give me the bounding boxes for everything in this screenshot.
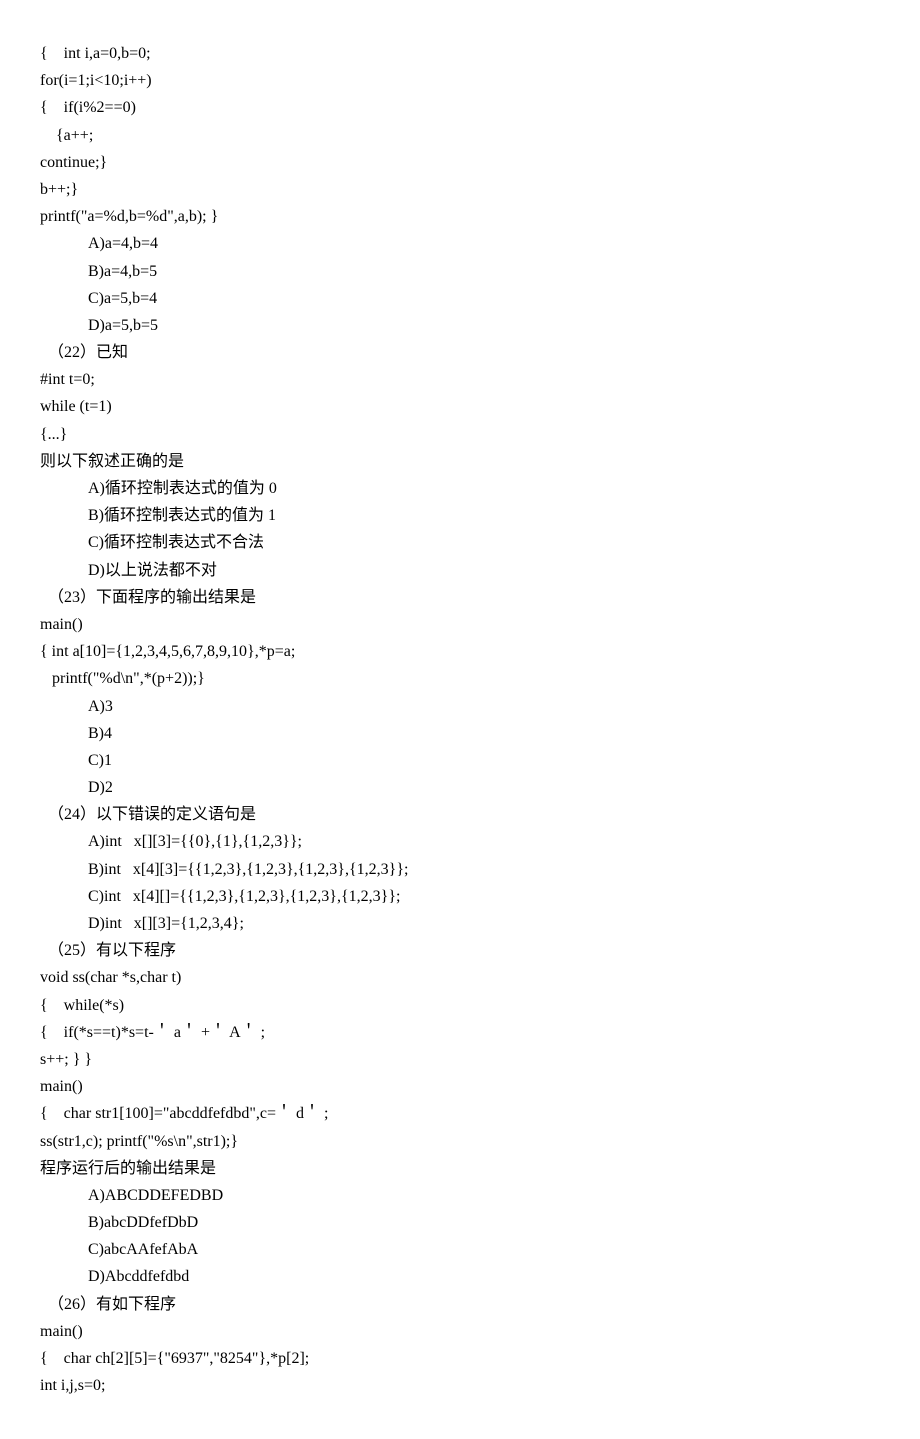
- answer-option: B)abcDDfefDbD: [40, 1209, 880, 1236]
- text-line: main(): [40, 611, 880, 638]
- text-line: { int a[10]={1,2,3,4,5,6,7,8,9,10},*p=a;: [40, 638, 880, 665]
- text-line: main(): [40, 1073, 880, 1100]
- text-line: { while(*s): [40, 992, 880, 1019]
- text-line: （25）有以下程序: [40, 937, 880, 964]
- answer-option: A)ABCDDEFEDBD: [40, 1182, 880, 1209]
- text-line: { int i,a=0,b=0;: [40, 40, 880, 67]
- text-line: for(i=1;i<10;i++): [40, 67, 880, 94]
- answer-option: B)a=4,b=5: [40, 258, 880, 285]
- text-line: ss(str1,c); printf("%s\n",str1);}: [40, 1128, 880, 1155]
- document-content: { int i,a=0,b=0;for(i=1;i<10;i++){ if(i%…: [40, 40, 880, 1399]
- answer-option: A)3: [40, 693, 880, 720]
- answer-option: C)abcAAfefAbA: [40, 1236, 880, 1263]
- answer-option: C)1: [40, 747, 880, 774]
- text-line: （22）已知: [40, 339, 880, 366]
- text-line: b++;}: [40, 176, 880, 203]
- text-line: 则以下叙述正确的是: [40, 448, 880, 475]
- answer-option: D)int x[][3]={1,2,3,4};: [40, 910, 880, 937]
- answer-option: A)循环控制表达式的值为 0: [40, 475, 880, 502]
- answer-option: A)a=4,b=4: [40, 230, 880, 257]
- text-line: printf("a=%d,b=%d",a,b); }: [40, 203, 880, 230]
- text-line: {...}: [40, 421, 880, 448]
- text-line: { char ch[2][5]={"6937","8254"},*p[2];: [40, 1345, 880, 1372]
- answer-option: B)循环控制表达式的值为 1: [40, 502, 880, 529]
- answer-option: D)2: [40, 774, 880, 801]
- answer-option: C)循环控制表达式不合法: [40, 529, 880, 556]
- text-line: （23）下面程序的输出结果是: [40, 584, 880, 611]
- answer-option: D)a=5,b=5: [40, 312, 880, 339]
- text-line: while (t=1): [40, 393, 880, 420]
- text-line: printf("%d\n",*(p+2));}: [40, 665, 880, 692]
- text-line: int i,j,s=0;: [40, 1372, 880, 1399]
- text-line: main(): [40, 1318, 880, 1345]
- text-line: #int t=0;: [40, 366, 880, 393]
- answer-option: C)a=5,b=4: [40, 285, 880, 312]
- text-line: continue;}: [40, 149, 880, 176]
- text-line: （26）有如下程序: [40, 1291, 880, 1318]
- answer-option: A)int x[][3]={{0},{1},{1,2,3}};: [40, 828, 880, 855]
- text-line: （24）以下错误的定义语句是: [40, 801, 880, 828]
- text-line: { char str1[100]="abcddfefdbd",c=＇ d＇ ;: [40, 1100, 880, 1127]
- answer-option: B)int x[4][3]={{1,2,3},{1,2,3},{1,2,3},{…: [40, 856, 880, 883]
- answer-option: C)int x[4][]={{1,2,3},{1,2,3},{1,2,3},{1…: [40, 883, 880, 910]
- text-line: { if(i%2==0): [40, 94, 880, 121]
- text-line: void ss(char *s,char t): [40, 964, 880, 991]
- text-line: s++; } }: [40, 1046, 880, 1073]
- text-line: 程序运行后的输出结果是: [40, 1155, 880, 1182]
- answer-option: B)4: [40, 720, 880, 747]
- answer-option: D)以上说法都不对: [40, 557, 880, 584]
- answer-option: D)Abcddfefdbd: [40, 1263, 880, 1290]
- text-line: {a++;: [40, 122, 880, 149]
- text-line: { if(*s==t)*s=t-＇ a＇ +＇ A＇ ;: [40, 1019, 880, 1046]
